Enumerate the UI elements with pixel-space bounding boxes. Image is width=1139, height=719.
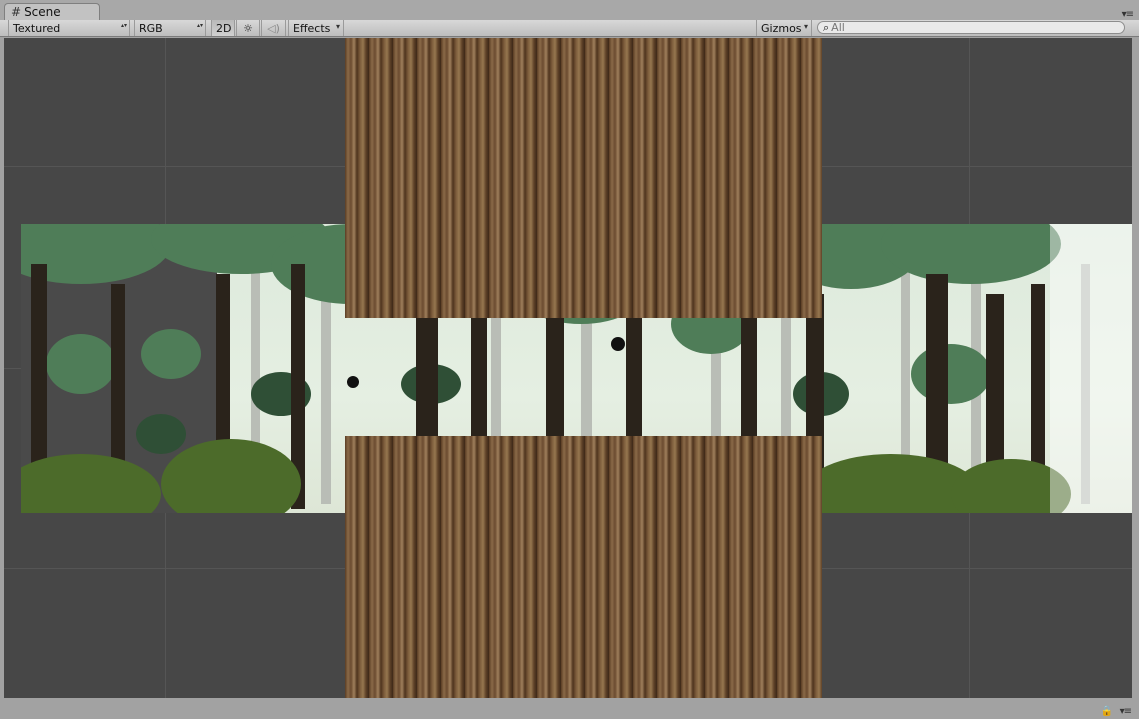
mode-2d-toggle[interactable]: 2D	[211, 20, 235, 36]
gizmos-dropdown[interactable]: Gizmos	[756, 20, 812, 36]
audio-toggle[interactable]: ◁)	[261, 20, 286, 36]
search-input[interactable]	[831, 22, 1102, 33]
forest-faded-section	[1050, 224, 1132, 513]
tab-scene[interactable]: # Scene	[4, 3, 100, 20]
search-icon: ⌕	[823, 20, 830, 34]
draw-mode-dropdown[interactable]: Textured	[8, 20, 130, 36]
scene-viewport[interactable]	[4, 38, 1132, 698]
gizmos-label: Gizmos	[761, 21, 802, 35]
speaker-icon: ◁)	[267, 21, 280, 35]
footer-menu-icon[interactable]: ▾≡	[1120, 706, 1132, 717]
lighting-toggle[interactable]: ☼	[236, 20, 260, 36]
sun-icon: ☼	[243, 21, 253, 35]
tab-strip: # Scene ▾≡	[0, 0, 1139, 20]
bottom-log-wall-sprite[interactable]	[345, 436, 822, 698]
scene-toolbar: Textured RGB 2D ☼ ◁) Effects Gizmos ⌕	[0, 20, 1139, 37]
tab-scene-label: Scene	[24, 5, 61, 19]
render-mode-dropdown[interactable]: RGB	[134, 20, 206, 36]
search-field[interactable]: ⌕	[817, 21, 1125, 34]
mode-2d-label: 2D	[216, 21, 232, 35]
effects-label: Effects	[293, 21, 331, 35]
grid-icon: #	[11, 5, 22, 19]
panel-menu-icon[interactable]: ▾≡	[1122, 9, 1134, 20]
render-mode-label: RGB	[139, 21, 163, 35]
footer-bar: 🔒 ▾≡	[0, 698, 1139, 719]
effects-dropdown[interactable]: Effects	[288, 20, 344, 36]
top-log-wall-sprite[interactable]	[345, 38, 822, 318]
draw-mode-label: Textured	[13, 21, 61, 35]
lock-icon[interactable]: 🔒	[1101, 706, 1113, 717]
